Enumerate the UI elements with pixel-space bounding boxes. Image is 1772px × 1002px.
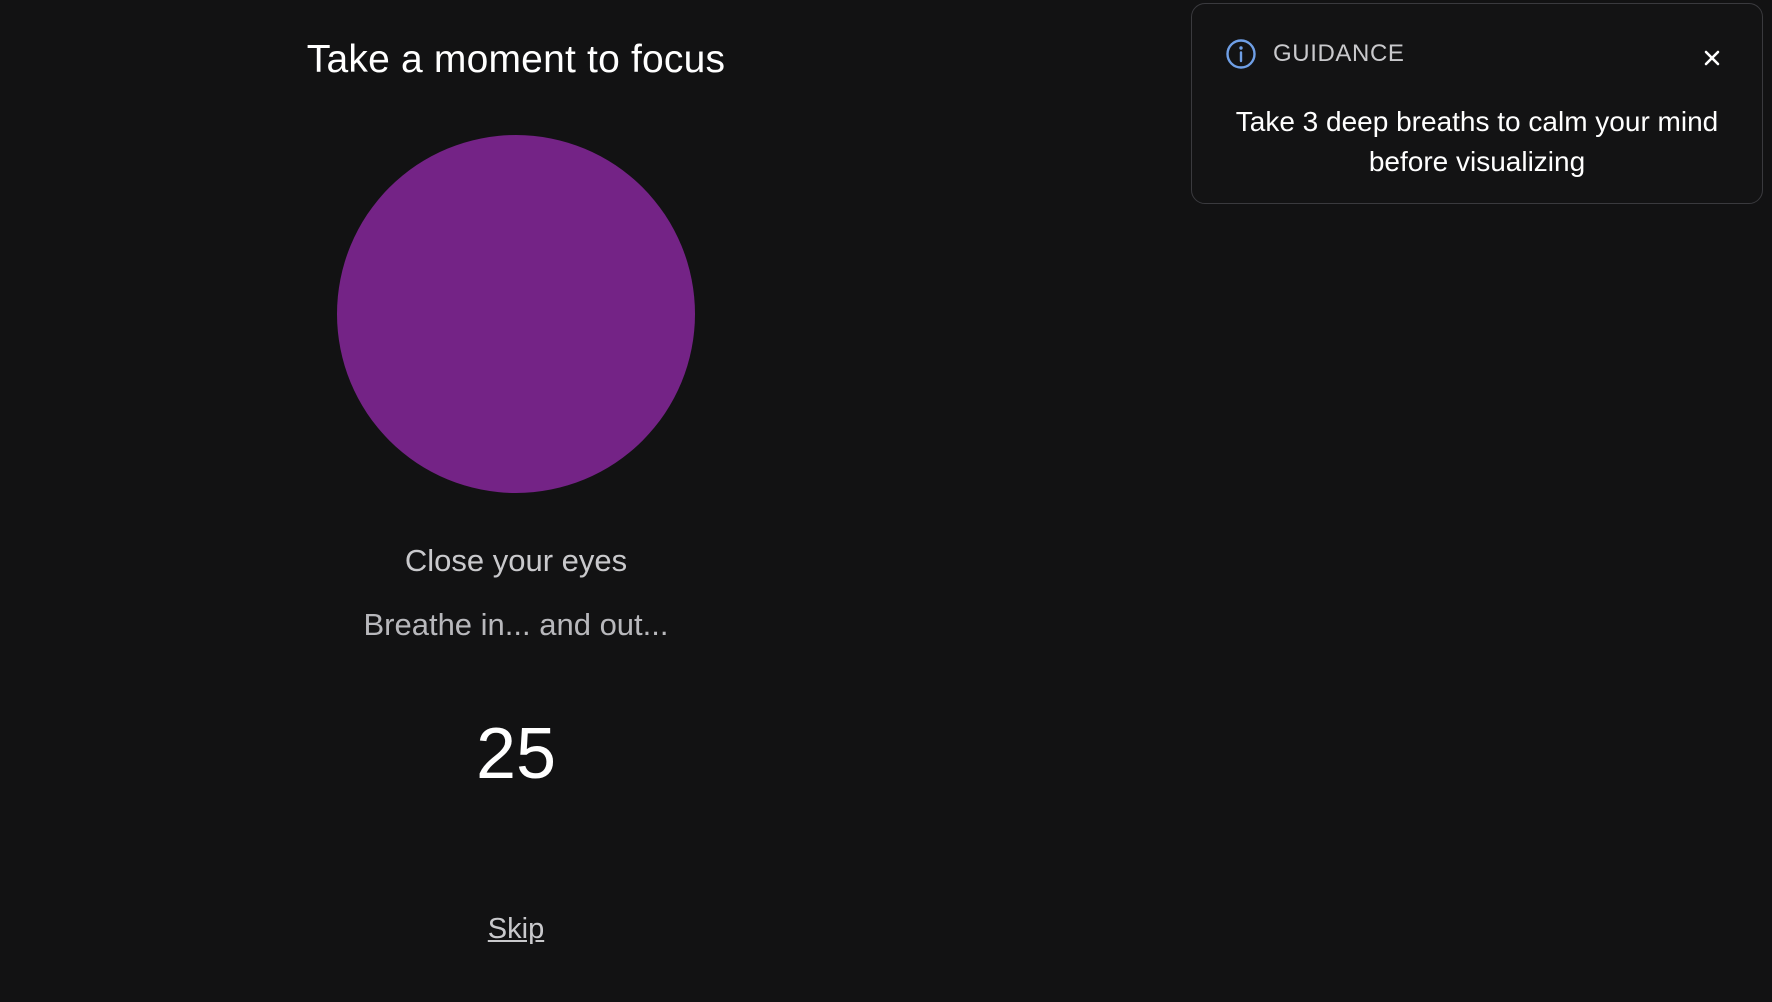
guidance-card: GUIDANCE Take 3 deep breaths to calm you… <box>1191 3 1763 204</box>
guidance-header: GUIDANCE <box>1225 37 1404 71</box>
info-icon <box>1225 38 1257 70</box>
close-icon <box>1704 50 1720 66</box>
skip-link-container: Skip <box>0 913 1032 946</box>
guidance-label: GUIDANCE <box>1273 40 1405 67</box>
breathing-circle <box>337 135 695 493</box>
breathing-instruction-text: Breathe in... and out... <box>363 607 669 642</box>
countdown-timer: 25 <box>475 714 557 794</box>
skip-link[interactable]: Skip <box>488 913 544 945</box>
close-button[interactable] <box>1700 46 1724 70</box>
focus-screen: Take a moment to focus Close your eyes B… <box>0 0 1772 1002</box>
page-title: Take a moment to focus <box>306 38 726 81</box>
guidance-message: Take 3 deep breaths to calm your mind be… <box>1235 106 1719 177</box>
instruction-text: Close your eyes <box>404 543 628 578</box>
focus-panel: Take a moment to focus Close your eyes B… <box>0 0 1032 1002</box>
